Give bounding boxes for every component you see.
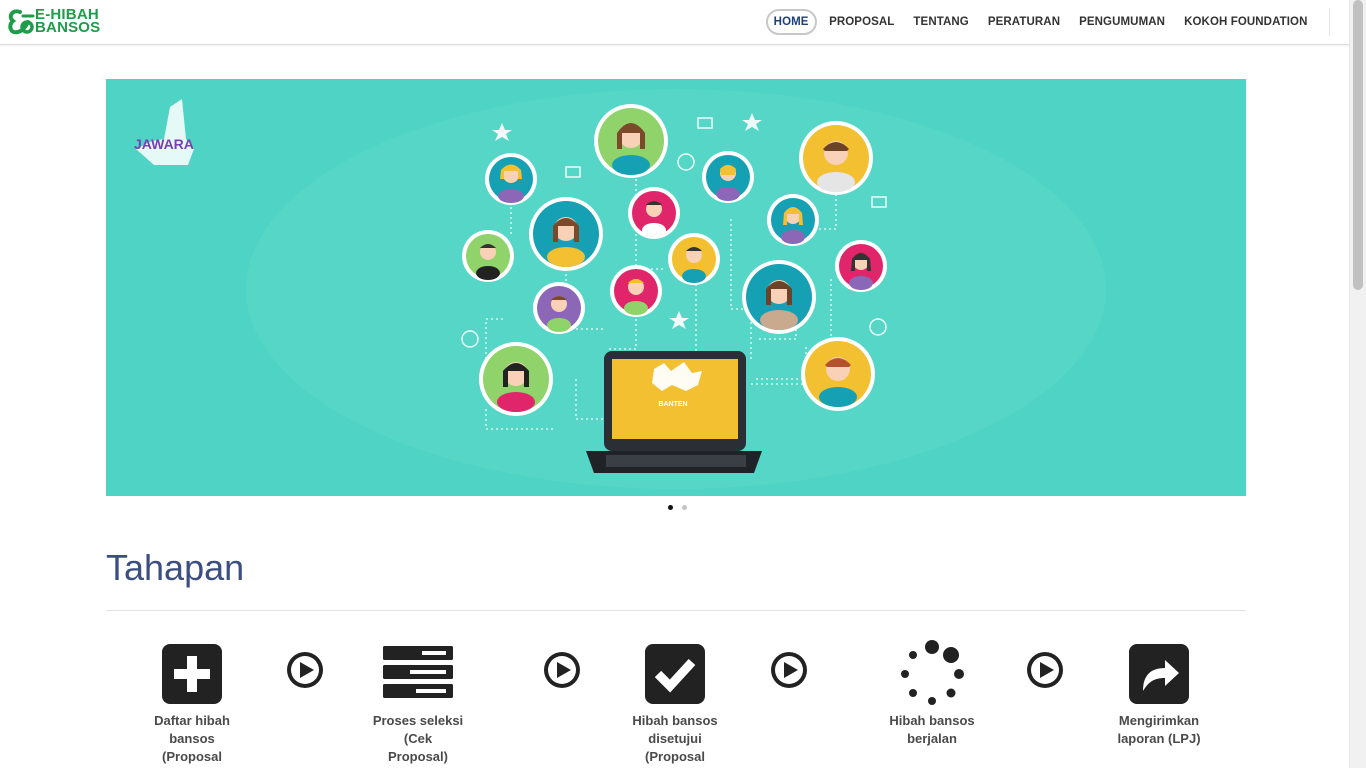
- handshake-logo-icon: [8, 9, 35, 35]
- jawara-logo-text: JAWARA: [134, 136, 194, 152]
- brand-line-2: BANSOS: [35, 19, 101, 36]
- step-label-line: Proposal): [388, 749, 448, 764]
- step-label-line: Hibah bansos: [632, 713, 718, 728]
- step-label: Hibah bansos berjalan: [867, 712, 997, 748]
- step-lpj: Mengirimkan laporan (LPJ): [1094, 643, 1224, 748]
- step-label-line: Hibah bansos: [889, 713, 975, 728]
- carousel-dot-2[interactable]: [681, 505, 687, 510]
- nav-home[interactable]: HOME: [765, 9, 817, 35]
- page-scrollbar[interactable]: [1349, 0, 1366, 768]
- carousel-indicators: [0, 505, 1350, 510]
- step-label-line: disetujui: [648, 731, 702, 746]
- play-circle-icon: [544, 652, 580, 688]
- jawara-logo: JAWARA: [134, 99, 194, 165]
- main-nav: HOME PROPOSAL TENTANG PERATURAN PENGUMUM…: [765, 0, 1350, 44]
- step-label-line: (Proposal: [645, 749, 705, 764]
- laptop-screen-text: BANTEN: [658, 401, 687, 408]
- step-seleksi: Proses seleksi (Cek Proposal): [353, 643, 483, 766]
- section-title: Tahapan: [106, 547, 245, 588]
- plus-square-icon: [162, 643, 222, 705]
- brand-text: E-HIBAH BANSOS: [35, 7, 101, 36]
- laptop-illustration: BANTEN: [586, 351, 762, 473]
- step-berjalan: Hibah bansos berjalan: [867, 640, 997, 748]
- nav-proposal[interactable]: PROPOSAL: [820, 10, 904, 34]
- step-label-line: berjalan: [907, 731, 957, 746]
- section-divider: [106, 610, 1246, 611]
- step-label-line: Proses seleksi: [372, 713, 464, 728]
- nav-peraturan[interactable]: PERATURAN: [978, 10, 1069, 34]
- nav-divider: [1329, 8, 1330, 36]
- nav-pengumuman[interactable]: PENGUMUMAN: [1070, 10, 1175, 34]
- hero-carousel-slide[interactable]: BANTEN JAWARA: [106, 79, 1246, 496]
- top-navbar: E-HIBAH BANSOS HOME PROPOSAL TENTANG PER…: [0, 0, 1350, 45]
- step-label: Daftar hibah bansos (Proposal: [127, 712, 257, 766]
- carousel-dot-1[interactable]: [667, 505, 673, 510]
- spinner-icon: [897, 639, 967, 709]
- hero-illustration: BANTEN JAWARA: [134, 89, 1106, 489]
- step-label: Hibah bansos disetujui (Proposal: [610, 712, 740, 766]
- step-label-line: bansos: [169, 731, 215, 746]
- share-square-icon: [1129, 643, 1189, 705]
- scrollbar-thumb[interactable]: [1353, 0, 1363, 290]
- step-daftar: Daftar hibah bansos (Proposal: [127, 643, 257, 766]
- step-label: Mengirimkan laporan (LPJ): [1094, 712, 1224, 748]
- brand-logo[interactable]: E-HIBAH BANSOS: [6, 6, 116, 36]
- nav-tentang[interactable]: TENTANG: [904, 10, 978, 34]
- server-icon: [382, 643, 454, 705]
- step-label-line: (Cek: [403, 731, 433, 746]
- step-disetujui: Hibah bansos disetujui (Proposal: [610, 643, 740, 766]
- step-label: Proses seleksi (Cek Proposal): [353, 712, 483, 766]
- check-square-icon: [645, 643, 705, 705]
- play-circle-icon: [287, 652, 323, 688]
- step-label-line: (Proposal: [162, 749, 222, 764]
- nav-kokoh-foundation[interactable]: KOKOH FOUNDATION: [1175, 10, 1317, 34]
- play-circle-icon: [1027, 652, 1063, 688]
- step-label-line: Mengirimkan: [1118, 713, 1200, 728]
- play-circle-icon: [771, 652, 807, 688]
- step-label-line: laporan (LPJ): [1117, 731, 1201, 746]
- step-label-line: Daftar hibah: [154, 713, 230, 728]
